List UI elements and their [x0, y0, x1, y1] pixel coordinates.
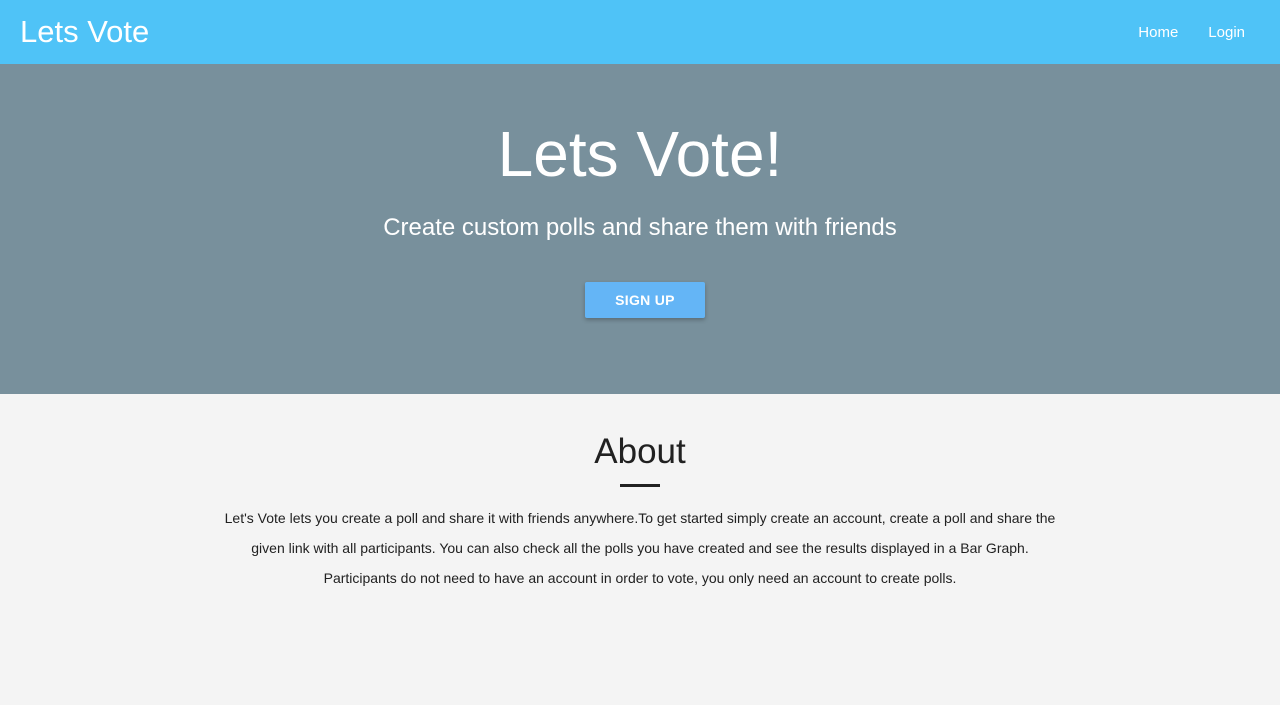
navbar: Lets Vote Home Login	[0, 0, 1280, 64]
about-section: About Let's Vote lets you create a poll …	[0, 394, 1280, 593]
about-heading: About	[594, 432, 686, 471]
nav-links: Home Login	[1123, 24, 1260, 41]
about-text: Let's Vote lets you create a poll and sh…	[0, 503, 1280, 593]
about-line: Let's Vote lets you create a poll and sh…	[224, 510, 1056, 526]
hero-title: Lets Vote!	[497, 118, 783, 190]
nav-home-link[interactable]: Home	[1123, 24, 1193, 41]
sign-up-button[interactable]: SIGN UP	[585, 282, 705, 318]
hero-section: Lets Vote! Create custom polls and share…	[0, 64, 1280, 394]
heading-divider	[620, 484, 660, 487]
nav-login-link[interactable]: Login	[1193, 24, 1260, 41]
about-line: Participants do not need to have an acco…	[323, 570, 957, 586]
about-line: given link with all participants. You ca…	[251, 540, 1029, 556]
brand-logo-link[interactable]: Lets Vote	[20, 14, 149, 50]
hero-subtitle: Create custom polls and share them with …	[383, 214, 897, 241]
